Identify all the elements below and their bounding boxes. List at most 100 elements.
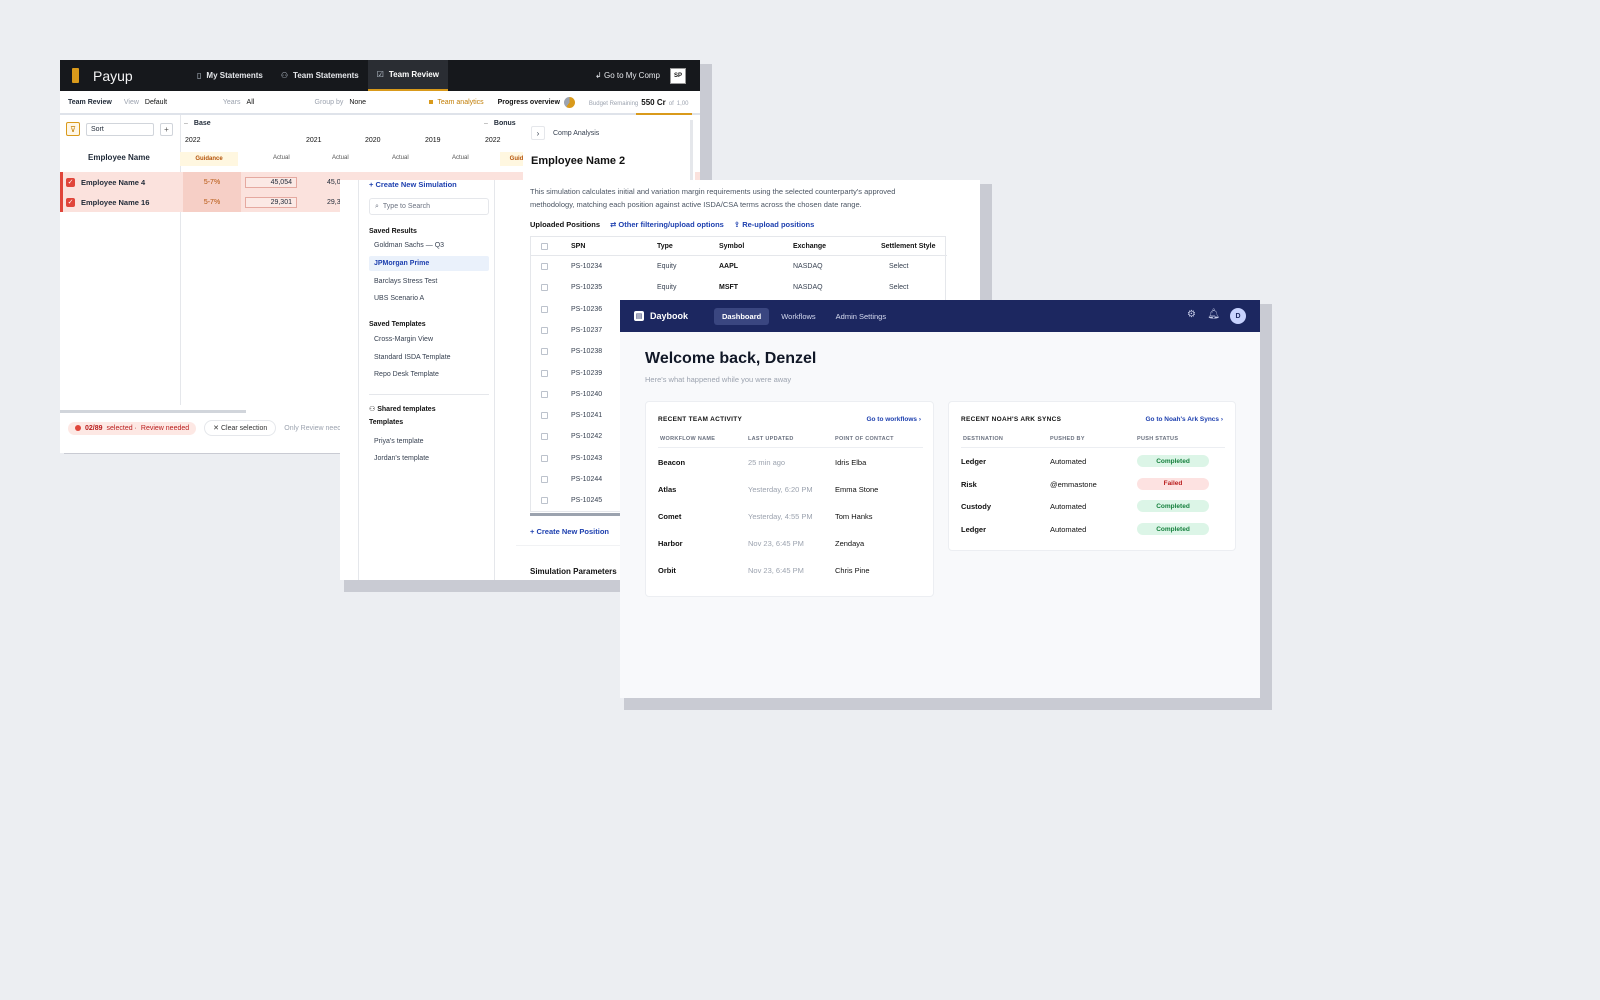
list-item[interactable]: Repo Desk Template bbox=[369, 367, 489, 382]
row-checkbox[interactable] bbox=[541, 305, 548, 313]
nav-dashboard[interactable]: Dashboard bbox=[714, 307, 770, 325]
go-to-syncs-link[interactable]: Go to Noah's Ark Syncs › bbox=[1145, 416, 1223, 423]
horizontal-scrollbar[interactable] bbox=[530, 513, 622, 516]
avatar[interactable]: D bbox=[1230, 308, 1246, 324]
gear-icon[interactable]: ⚙ bbox=[1187, 309, 1196, 320]
team-analytics-button[interactable]: Team analytics bbox=[429, 99, 484, 106]
reupload-link[interactable]: ⇪ Re-upload positions bbox=[734, 220, 814, 229]
go-to-workflows-link[interactable]: Go to workflows › bbox=[866, 416, 921, 423]
add-sort-button[interactable]: + bbox=[160, 122, 173, 136]
column-header[interactable]: Settlement Style bbox=[881, 243, 935, 250]
workflow-name-link[interactable]: Comet bbox=[658, 512, 681, 521]
settlement-select[interactable]: Select bbox=[889, 284, 908, 291]
row-checkbox[interactable] bbox=[541, 476, 548, 483]
return-icon: ↲ bbox=[595, 71, 602, 80]
employee-name-header[interactable]: Employee Name bbox=[88, 153, 150, 162]
payup-logo-icon bbox=[72, 68, 79, 83]
column-header[interactable]: Symbol bbox=[719, 243, 744, 250]
list-item[interactable]: JPMorgan Prime bbox=[369, 256, 489, 271]
only-review-needed-toggle[interactable]: Only Review neec bbox=[284, 425, 340, 432]
row-checkbox[interactable] bbox=[541, 454, 548, 462]
last-updated-cell: Nov 23, 6:45 PM bbox=[748, 539, 804, 548]
checkbox-checked-icon[interactable]: ✓ bbox=[66, 177, 75, 187]
create-position-button[interactable]: + Create New Position bbox=[530, 527, 609, 536]
nav-workflows[interactable]: Workflows bbox=[773, 308, 823, 325]
budget-remaining: Budget Remaining 550 Cr of 1,00 bbox=[588, 97, 689, 107]
table-row[interactable]: PS-10235 Equity MSFT NASDAQ Select bbox=[531, 278, 947, 299]
row-checkbox[interactable] bbox=[541, 348, 548, 356]
filter-icon[interactable]: ⊽ bbox=[66, 122, 80, 136]
column-header: PUSHED BY bbox=[1050, 436, 1085, 442]
column-header[interactable]: Type bbox=[657, 243, 673, 250]
create-simulation-button[interactable]: + Create New Simulation bbox=[369, 180, 457, 189]
group-base[interactable]: – Base bbox=[184, 120, 211, 127]
settlement-select[interactable]: Select bbox=[889, 263, 908, 270]
list-item[interactable]: Standard ISDA Template bbox=[369, 350, 489, 365]
row-checkbox[interactable] bbox=[541, 369, 548, 377]
spn-cell: PS-10245 bbox=[571, 497, 603, 505]
column-header[interactable]: SPN bbox=[571, 243, 585, 250]
progress-overview-button[interactable]: Progress overview bbox=[498, 96, 575, 108]
status-badge: Completed bbox=[1137, 523, 1209, 536]
list-item[interactable]: Barclays Stress Test bbox=[369, 274, 489, 289]
view-label: View bbox=[123, 98, 139, 106]
workflow-name-link[interactable]: Beacon bbox=[658, 458, 685, 467]
page-title: Team Review bbox=[68, 98, 112, 106]
workflow-name-link[interactable]: Orbit bbox=[658, 566, 676, 575]
symbol-cell: MSFT bbox=[719, 284, 739, 292]
welcome-subtitle: Here's what happened while you were away bbox=[645, 375, 792, 384]
filter-options-link[interactable]: ⇄ Other filtering/upload options bbox=[610, 220, 724, 229]
view-select[interactable]: Default bbox=[145, 99, 203, 106]
list-item[interactable]: Cross-Margin View bbox=[369, 332, 489, 347]
groupby-select[interactable]: None bbox=[349, 99, 409, 106]
row-checkbox[interactable] bbox=[541, 284, 548, 292]
year-header: 2021 bbox=[306, 137, 322, 144]
row-checkbox[interactable] bbox=[541, 412, 548, 420]
list-item[interactable]: Priya's template bbox=[369, 434, 489, 449]
row-checkbox[interactable] bbox=[541, 497, 548, 505]
destination-cell: Ledger bbox=[961, 457, 987, 466]
list-item[interactable]: Jordan's template bbox=[369, 451, 489, 466]
last-updated-cell: Yesterday, 4:55 PM bbox=[748, 512, 813, 521]
search-input[interactable]: ⌕ Type to Search bbox=[369, 198, 489, 215]
years-select[interactable]: All bbox=[247, 99, 295, 106]
checkbox-checked-icon[interactable]: ✓ bbox=[66, 197, 75, 207]
select-all-checkbox[interactable] bbox=[541, 243, 548, 250]
year-header: 2022 bbox=[485, 137, 501, 144]
list-item[interactable]: UBS Scenario A bbox=[369, 291, 489, 306]
tab-my-statements[interactable]: ▯ My Statements bbox=[188, 60, 272, 91]
workflow-name-link[interactable]: Atlas bbox=[658, 485, 676, 494]
daybook-logo[interactable]: ▤ Daybook bbox=[634, 311, 688, 321]
clear-selection-button[interactable]: ✕ Clear selection bbox=[204, 420, 277, 436]
status-badge: Completed bbox=[1137, 455, 1209, 467]
row-checkbox[interactable] bbox=[541, 326, 548, 334]
workflow-name-link[interactable]: Harbor bbox=[658, 539, 683, 548]
welcome-heading: Welcome back, Denzel bbox=[645, 350, 817, 367]
actual-input[interactable]: 29,301 bbox=[245, 196, 297, 208]
actual-subheader: Actual bbox=[273, 155, 290, 161]
spn-cell: PS-10244 bbox=[571, 476, 603, 483]
table-row[interactable]: PS-10234 Equity AAPL NASDAQ Select bbox=[531, 257, 947, 278]
team-icon: ⚇ bbox=[369, 406, 376, 413]
selection-status-badge: 02/89 selected · Review needed bbox=[68, 421, 197, 435]
chevron-right-icon[interactable]: › bbox=[531, 126, 545, 140]
group-bonus[interactable]: – Bonus bbox=[484, 120, 516, 127]
team-icon: ⚇ bbox=[280, 71, 289, 80]
actual-input[interactable]: 45,054 bbox=[245, 176, 297, 188]
sort-input[interactable]: Sort bbox=[86, 122, 154, 136]
row-checkbox[interactable] bbox=[541, 433, 548, 441]
vertical-scrollbar[interactable] bbox=[690, 120, 693, 180]
row-checkbox[interactable] bbox=[541, 390, 548, 398]
actual-subheader: Actual bbox=[392, 155, 409, 161]
list-item[interactable]: Goldman Sachs — Q3 bbox=[369, 238, 489, 253]
bell-icon[interactable]: 🔔︎ bbox=[1207, 309, 1220, 320]
tab-team-statements[interactable]: ⚇ Team Statements bbox=[272, 60, 368, 91]
column-header[interactable]: Exchange bbox=[793, 243, 826, 250]
horizontal-scrollbar[interactable] bbox=[60, 410, 246, 413]
spn-cell: PS-10234 bbox=[571, 263, 603, 270]
go-to-comp-link[interactable]: ↲ Go to My Comp bbox=[595, 71, 660, 80]
tab-team-review[interactable]: ☑ Team Review bbox=[367, 60, 448, 91]
row-checkbox[interactable] bbox=[541, 263, 548, 270]
nav-admin-settings[interactable]: Admin Settings bbox=[828, 308, 894, 325]
avatar[interactable]: SP bbox=[670, 67, 686, 84]
